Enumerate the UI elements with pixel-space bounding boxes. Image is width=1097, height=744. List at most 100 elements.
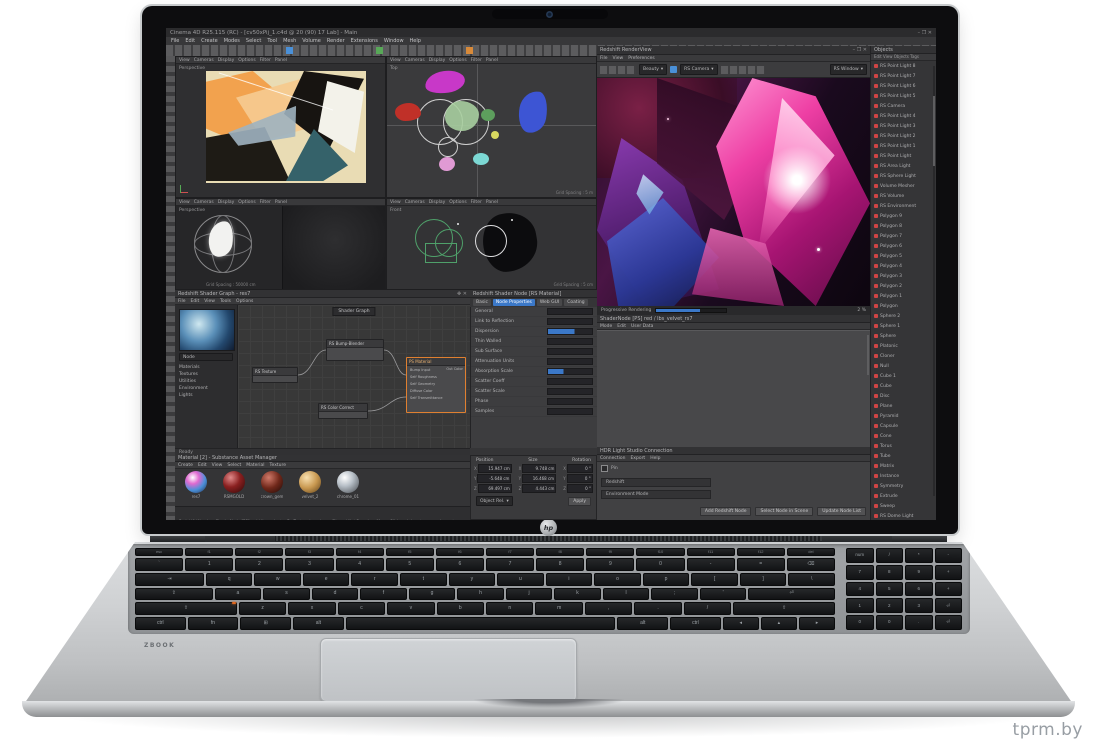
keyboard-key[interactable]: s xyxy=(263,588,310,601)
toolbar-icon-green[interactable] xyxy=(376,47,383,54)
props-row-control[interactable] xyxy=(547,338,593,345)
hdr-field[interactable]: Redshift xyxy=(601,478,711,487)
node-port[interactable]: Self Geometry xyxy=(407,380,465,387)
keyboard-key[interactable]: f11 xyxy=(687,548,735,556)
toolbar-icon-blue[interactable] xyxy=(286,47,293,54)
numpad-key[interactable]: + xyxy=(935,565,963,580)
object-list-item[interactable]: Sphere 2 xyxy=(871,311,936,321)
numpad-key[interactable]: 1 xyxy=(846,598,874,613)
viewport-menu-item[interactable]: Filter xyxy=(471,58,482,63)
renderview-menu-item[interactable]: Preferences xyxy=(628,56,654,61)
keyboard-key[interactable]: 5 xyxy=(386,558,434,571)
object-rel-dropdown[interactable]: Object Rel.▾ xyxy=(476,496,513,506)
numpad-key[interactable]: ⏎ xyxy=(935,598,963,613)
keyboard-key[interactable]: ; xyxy=(651,588,698,601)
viewport-top[interactable]: ViewCamerasDisplayOptionsFilterPanel Top… xyxy=(386,56,597,198)
keyboard-key[interactable]: 4 xyxy=(336,558,384,571)
materials-menu-item[interactable]: Material xyxy=(246,463,264,468)
viewport-menu-item[interactable]: Filter xyxy=(260,58,271,63)
keyboard-key[interactable]: d xyxy=(312,588,359,601)
node-canvas[interactable]: Shader Graph RS Texture RS Bump-Blender … xyxy=(238,305,470,448)
keyboard-key[interactable]: 7 xyxy=(486,558,534,571)
objects-scrollbar-track[interactable] xyxy=(933,66,935,496)
props-tab[interactable]: Web GUI xyxy=(537,299,562,306)
keyboard-key[interactable]: 9 xyxy=(586,558,634,571)
coord-field[interactable]: 69.497 cm xyxy=(478,484,512,493)
keyboard-key[interactable]: p xyxy=(643,573,690,586)
numpad-key[interactable]: * xyxy=(905,548,933,563)
keyboard-key[interactable]: f2 xyxy=(235,548,283,556)
keyboard-key[interactable]: 8 xyxy=(536,558,584,571)
toolbar-icon-orange[interactable] xyxy=(466,47,473,54)
menu-item[interactable]: Create xyxy=(201,38,218,44)
keyboard-key[interactable]: q xyxy=(206,573,253,586)
numpad-key[interactable]: 3 xyxy=(905,598,933,613)
trackpad[interactable] xyxy=(320,638,577,702)
keyboard-key[interactable]: f8 xyxy=(536,548,584,556)
keyboard-key[interactable]: 3 xyxy=(285,558,333,571)
keyboard-key[interactable]: ▴ xyxy=(761,617,797,630)
hdr-field[interactable]: Environment Mode xyxy=(601,490,711,499)
numpad-key[interactable]: / xyxy=(876,548,904,563)
props-row[interactable]: General xyxy=(471,307,597,317)
coord-field[interactable]: -5.648 cm xyxy=(477,474,511,483)
viewport-menu-item[interactable]: Display xyxy=(429,200,446,205)
window-controls[interactable]: – ❐ ✕ xyxy=(918,30,932,36)
object-list-item[interactable]: Null xyxy=(871,361,936,371)
keyboard-key[interactable]: j xyxy=(506,588,553,601)
hdr-button[interactable]: Select Node in Scene xyxy=(755,507,813,516)
palette-item[interactable]: Materials xyxy=(179,365,208,370)
shader-graph-controls[interactable]: ✥ ✕ xyxy=(457,291,467,297)
viewport-menu-item[interactable]: Panel xyxy=(275,200,287,205)
numpad-key[interactable]: ⏎ xyxy=(935,615,963,630)
materials-menu-item[interactable]: View xyxy=(212,463,223,468)
keyboard-key[interactable]: r xyxy=(351,573,398,586)
viewport-menu-item[interactable]: Options xyxy=(449,200,466,205)
node-texture[interactable]: RS Texture xyxy=(252,367,298,383)
keyboard-key[interactable]: f xyxy=(360,588,407,601)
object-list-item[interactable]: Polygon 1 xyxy=(871,291,936,301)
material-thumb[interactable]: RSMGOLD xyxy=(217,471,251,504)
keyboard-key[interactable]: f1 xyxy=(185,548,233,556)
keyboard-key[interactable]: f4 xyxy=(336,548,384,556)
keyboard-key[interactable]: alt xyxy=(293,617,344,630)
menu-item[interactable]: Render xyxy=(327,38,345,44)
shadernode-menu-item[interactable]: Mode xyxy=(600,324,612,329)
palette-item[interactable]: Textures xyxy=(179,372,208,377)
object-list-item[interactable]: Cube 1 xyxy=(871,371,936,381)
pin-checkbox[interactable] xyxy=(601,465,608,472)
palette-item[interactable]: Utilities xyxy=(179,379,208,384)
objects-panel-menu[interactable]: Edit View Objects Tags xyxy=(871,54,936,61)
keyboard-key[interactable]: g xyxy=(409,588,456,601)
props-row[interactable]: Samples xyxy=(471,407,597,417)
c4d-left-tool-strip[interactable] xyxy=(166,56,175,520)
shader-graph-menu-item[interactable]: Tools xyxy=(220,299,231,304)
node-out-port[interactable]: Out Color xyxy=(446,367,463,371)
shader-graph-menu-item[interactable]: Options xyxy=(236,299,253,304)
renderview-icon-blue[interactable] xyxy=(670,66,677,73)
object-list-item[interactable]: Polygon 9 xyxy=(871,211,936,221)
numpad-key[interactable]: 7 xyxy=(846,565,874,580)
hdr-menu-item[interactable]: Help xyxy=(650,456,660,461)
keyboard-key[interactable]: [ xyxy=(691,573,738,586)
keyboard-key[interactable]: ctrl xyxy=(670,617,721,630)
palette-item[interactable]: Lights xyxy=(179,393,208,398)
viewport-menu-item[interactable]: Cameras xyxy=(405,58,425,63)
object-list-item[interactable]: RS Camera xyxy=(871,101,936,111)
menu-item[interactable]: Help xyxy=(410,38,421,44)
object-list-item[interactable]: Matrix xyxy=(871,461,936,471)
keyboard-key[interactable]: ⇥ xyxy=(135,573,204,586)
renderview-menu-item[interactable]: View xyxy=(613,56,624,61)
keyboard-key[interactable]: x xyxy=(288,602,335,615)
keyboard-key[interactable]: ' xyxy=(700,588,747,601)
shadernode-menu-item[interactable]: User Data xyxy=(631,324,653,329)
object-list-item[interactable]: Sweep xyxy=(871,501,936,511)
numpad-key[interactable]: 5 xyxy=(876,582,904,597)
keyboard-key[interactable]: ⌫ xyxy=(787,558,835,571)
objects-scrollbar-thumb[interactable] xyxy=(933,96,935,166)
props-row[interactable]: Scatter Scale xyxy=(471,387,597,397)
keyboard-key[interactable]: z xyxy=(239,602,286,615)
object-list-item[interactable]: RS Point Light 6 xyxy=(871,81,936,91)
keyboard-key[interactable]: t xyxy=(400,573,447,586)
viewport-perspective-2[interactable]: ViewCamerasDisplayOptionsFilterPanel Per… xyxy=(175,198,386,290)
